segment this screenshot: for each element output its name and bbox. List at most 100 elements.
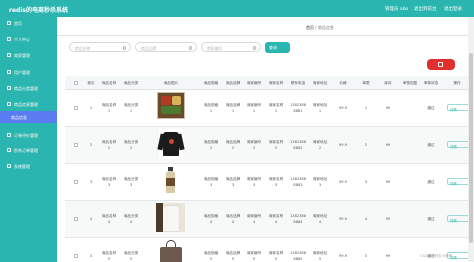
search-button[interactable]: 查询 [265,42,290,53]
sidebar-item-product-mgmt[interactable]: 商品信息管理 [0,98,57,110]
cell-status: 通过 [427,217,435,221]
row-checkbox[interactable] [74,254,78,258]
select-all-checkbox[interactable] [74,81,78,85]
cell-limit: 5 [364,254,368,258]
cell-limit: 1 [364,106,368,110]
cell-status: 通过 [427,143,435,147]
settings-icon [7,164,11,168]
cell-spec: 商品规格 5 [203,251,219,261]
cell-address: 商家地址 3 [312,177,328,187]
cell-brand: 商品品牌 4 [225,214,241,224]
breadcrumb-current: 商品信息 [317,24,334,30]
drink-bottle-image [165,167,176,194]
detail-button[interactable]: 详情 [447,141,469,149]
cell-brand: 商品品牌 3 [225,177,241,187]
search-icon [252,46,256,50]
sidebar-item-categories[interactable]: 商品分类管理 [0,82,57,94]
logout-link[interactable]: 退出登录 [444,6,462,12]
breadcrumb: 首页 / 商品信息 [57,17,474,36]
row-checkbox[interactable] [74,143,78,147]
cell-name: 商品名称 1 [101,103,117,113]
sidebar-item-flash-orders[interactable]: 秒杀订单管理 [0,144,57,156]
cell-index: 1 [89,106,93,110]
white-blouse-image [156,203,185,232]
table-header: 索引 商品名称 商品分类 商品图片 商品规格 商品品牌 商家编号 商家名称 联系… [65,76,474,90]
cell-shop-no: 商家编号 4 [246,214,262,224]
cell-name: 商品名称 2 [101,140,117,150]
header-status: 审核状态 [423,80,439,85]
cell-brand: 商品品牌 1 [225,103,241,113]
detail-button[interactable]: 详情 [447,104,469,112]
cell-spec: 商品规格 2 [203,140,219,150]
cell-category: 商品分类 5 [123,251,139,261]
scrollbar[interactable] [468,17,474,262]
row-checkbox[interactable] [74,217,78,221]
header-phone: 联系电话 [290,80,306,85]
app-title: redis的电商秒杀系统 [9,7,68,14]
header-address: 商家地址 [312,80,328,85]
cell-status: 通过 [427,106,435,110]
sidebar-item-merchants[interactable]: 商家管理 [0,49,57,61]
home-icon [7,21,11,25]
cell-index: 3 [89,180,93,184]
sidebar-item-system[interactable]: 系统管理 [0,160,57,172]
category-icon [7,86,11,90]
sidebar-item-users[interactable]: 用户管理 [0,66,57,78]
product-table: 索引 商品名称 商品分类 商品图片 商品规格 商品品牌 商家编号 商家名称 联系… [65,76,474,262]
breadcrumb-home[interactable]: 首页 [306,25,314,30]
cell-stock: 99 [385,254,391,258]
black-sweater-image [157,129,185,159]
cell-spec: 商品规格 1 [203,103,219,113]
header-shop-name: 商家名称 [268,80,284,85]
cell-stock: 99 [385,217,391,221]
scrollbar-thumb[interactable] [469,53,473,243]
cell-stock: 99 [385,106,391,110]
cell-price: 99.9 [338,106,348,110]
review-icon [7,133,11,137]
row-checkbox[interactable] [74,106,78,110]
sidebar-item-home[interactable]: 首页 [0,17,57,29]
shop-number-input[interactable]: 商家编号 [201,42,261,52]
delete-button[interactable] [427,59,455,70]
header-brand: 商品品牌 [225,80,241,85]
detail-button[interactable]: 详情 [447,215,469,223]
cell-category: 商品分类 4 [123,214,139,224]
cell-price: 99.9 [338,180,348,184]
exit-front-link[interactable]: 退出到前台 [414,6,437,12]
cell-address: 商家地址 5 [312,251,328,261]
cell-category: 商品分类 2 [123,140,139,150]
product-name-input[interactable]: 商品名称 [69,42,131,52]
breadcrumb-separator: / [315,24,317,30]
cell-shop-name: 商家名称 1 [268,103,284,113]
table-row: 1 商品名称 1 商品分类 1 商品规格 1 商品品牌 1 商家编号 1 商家名称 1 1382388 88… [65,90,474,127]
trash-icon [438,62,443,67]
cell-price: 99.9 [338,254,348,258]
cell-phone: 1382388 8881 [289,103,307,113]
table-row: 2 商品名称 2 商品分类 2 商品规格 2 商品品牌 2 商家编号 2 商家名称 2 1382388 88… [65,127,474,164]
user-label[interactable]: 管理员 abo [385,6,408,12]
product-brand-input[interactable]: 商品品牌 [135,42,197,52]
search-icon [122,46,126,50]
cell-address: 商家地址 2 [312,140,328,150]
cell-category: 商品分类 3 [123,177,139,187]
cell-limit: 2 [364,143,368,147]
cell-index: 4 [89,217,93,221]
product-icon [7,102,11,106]
detail-button[interactable]: 详情 [447,178,469,186]
cell-category: 商品分类 1 [123,103,139,113]
users-icon [7,70,11,74]
sidebar-item-profile[interactable]: 个人中心 [0,33,57,45]
header-name: 商品名称 [101,80,117,85]
cell-spec: 商品规格 3 [203,177,219,187]
cell-shop-no: 商家编号 3 [246,177,262,187]
table-row: 4 商品名称 4 商品分类 4 商品规格 4 商品品牌 4 商家编号 4 商家名称 4 1382388 88… [65,201,474,238]
header-spec: 商品规格 [203,80,219,85]
sidebar-item-product-info[interactable]: 商品信息 [0,111,57,123]
sidebar-item-reviews[interactable]: 订单评价管理 [0,129,57,141]
row-checkbox[interactable] [74,180,78,184]
search-icon [188,46,192,50]
cell-phone: 1382388 8885 [289,251,307,261]
sidebar: 首页 个人中心 商家管理 用户管理 商品分类管理 商品信息管理 商品信息 订单评… [0,17,57,262]
table-row: 5 商品名称 5 商品分类 5 商品规格 5 商品品牌 5 商家编号 5 商家名称 5 1382388 88… [65,238,474,262]
header-limit: 单限 [362,80,370,85]
